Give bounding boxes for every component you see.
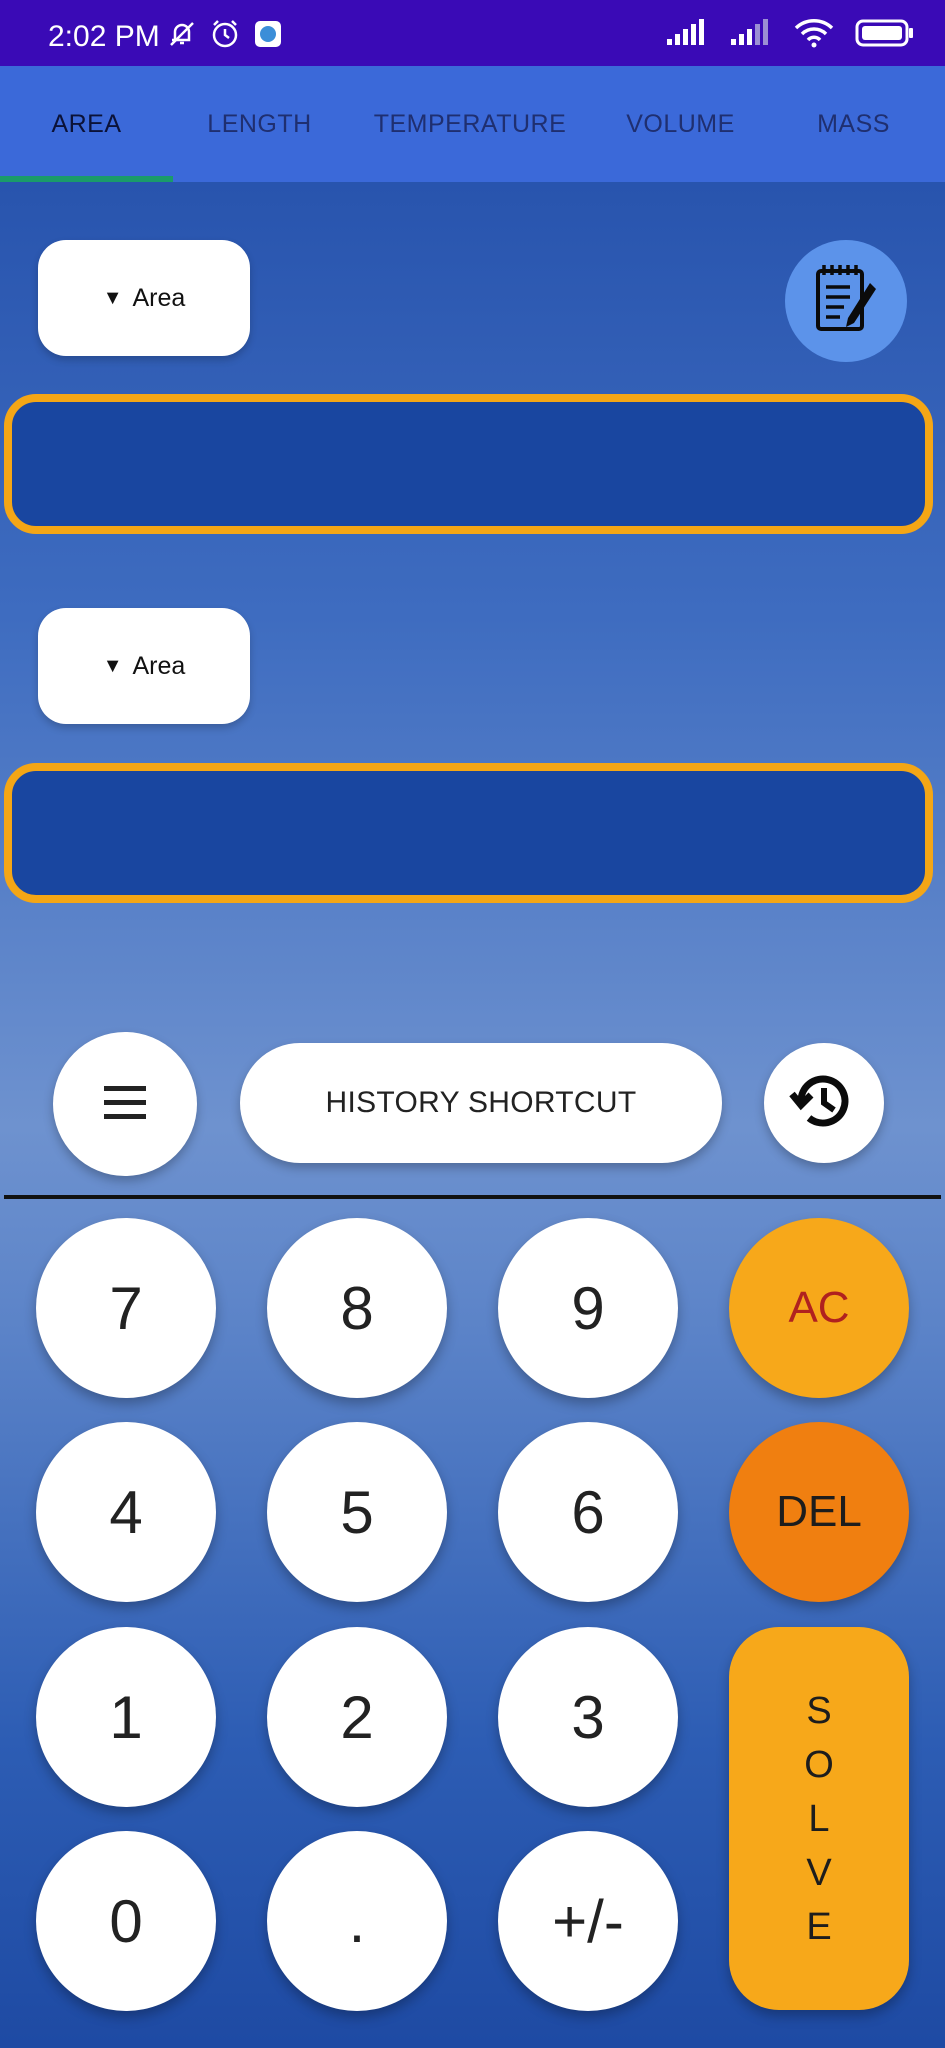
- tab-area[interactable]: AREA: [0, 66, 173, 182]
- key-5[interactable]: 5: [267, 1422, 447, 1602]
- tab-mass[interactable]: MASS: [767, 66, 940, 182]
- menu-button[interactable]: [53, 1032, 197, 1176]
- solve-letter: E: [806, 1905, 832, 1948]
- hamburger-menu-icon: [102, 1083, 148, 1126]
- key-4[interactable]: 4: [36, 1422, 216, 1602]
- key-7[interactable]: 7: [36, 1218, 216, 1398]
- history-clock-icon: [789, 1068, 859, 1139]
- solve-letter: V: [806, 1851, 832, 1894]
- tab-volume[interactable]: VOLUME: [594, 66, 767, 182]
- sign-toggle-key[interactable]: +/-: [498, 1831, 678, 2011]
- alarm-clock-icon: [209, 18, 241, 55]
- tab-bar: AREA LENGTH TEMPERATURE VOLUME MASS: [0, 66, 945, 182]
- key-0[interactable]: 0: [36, 1831, 216, 2011]
- status-time: 2:02 PM: [48, 20, 160, 53]
- to-unit-dropdown[interactable]: ▼ Area: [38, 608, 250, 724]
- notes-button[interactable]: [785, 240, 907, 362]
- key-9[interactable]: 9: [498, 1218, 678, 1398]
- solve-letter: O: [804, 1743, 834, 1786]
- key-8[interactable]: 8: [267, 1218, 447, 1398]
- muted-bell-icon: [167, 19, 197, 54]
- wifi-icon: [793, 18, 835, 53]
- key-6[interactable]: 6: [498, 1422, 678, 1602]
- from-unit-dropdown[interactable]: ▼ Area: [38, 240, 250, 356]
- status-bar: 2:02 PM: [0, 0, 945, 66]
- key-3[interactable]: 3: [498, 1627, 678, 1807]
- tab-temperature[interactable]: TEMPERATURE: [346, 66, 594, 182]
- keypad-divider: [4, 1195, 941, 1199]
- to-unit-label: Area: [132, 651, 186, 680]
- history-button[interactable]: [764, 1043, 884, 1163]
- signal-strength-icon: [665, 19, 709, 52]
- decimal-point-key[interactable]: .: [267, 1831, 447, 2011]
- solve-letter: L: [808, 1797, 830, 1840]
- from-unit-label: Area: [132, 283, 186, 312]
- all-clear-button[interactable]: AC: [729, 1218, 909, 1398]
- battery-icon: [855, 18, 915, 53]
- active-tab-indicator: [0, 176, 173, 182]
- delete-button[interactable]: DEL: [729, 1422, 909, 1602]
- from-value-field[interactable]: [4, 394, 933, 534]
- dropdown-caret-icon: ▼: [102, 286, 123, 309]
- key-2[interactable]: 2: [267, 1627, 447, 1807]
- signal-strength-icon-2: [729, 19, 773, 52]
- solve-button[interactable]: S O L V E: [729, 1627, 909, 2010]
- dropdown-caret-icon: ▼: [102, 654, 123, 677]
- app-notification-icon: [253, 19, 283, 54]
- to-value-field[interactable]: [4, 763, 933, 903]
- history-shortcut-button[interactable]: HISTORY SHORTCUT: [240, 1043, 722, 1163]
- tab-length[interactable]: LENGTH: [173, 66, 346, 182]
- key-1[interactable]: 1: [36, 1627, 216, 1807]
- notepad-pencil-icon: [810, 261, 882, 342]
- solve-letter: S: [806, 1689, 832, 1732]
